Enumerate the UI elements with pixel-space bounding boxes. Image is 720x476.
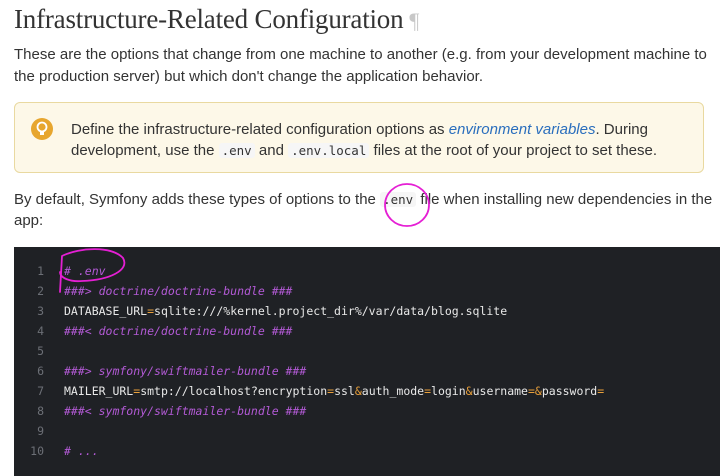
code-operator: =: [147, 304, 155, 318]
line-number: 9: [37, 424, 44, 438]
lightbulb-icon: [31, 118, 53, 140]
line-number: 4: [37, 324, 44, 338]
code-text: ###< doctrine/doctrine-bundle ###: [64, 321, 292, 341]
code-value: login: [431, 384, 466, 398]
page-title: Infrastructure-Related Configuration ¶: [14, 4, 419, 35]
code-key: DATABASE_URL: [64, 304, 148, 318]
code-value: ssl: [334, 384, 355, 398]
code-line: 7 MAILER_URL = smtp://localhost?encryption =…: [14, 381, 720, 401]
line-number: 2: [37, 284, 44, 298]
code-comment: ###> doctrine/doctrine-bundle ###: [64, 284, 293, 298]
code-comment: ###< symfony/swiftmailer-bundle ###: [64, 404, 307, 418]
inline-code-env-local: .env.local: [288, 143, 370, 158]
intro-paragraph: These are the options that change from o…: [14, 46, 707, 85]
line-number: 7: [37, 384, 44, 398]
anchor-link[interactable]: ¶: [409, 8, 419, 33]
code-comment: ###< doctrine/doctrine-bundle ###: [64, 324, 293, 338]
line-number: 1: [37, 264, 44, 278]
code-operator: &: [465, 384, 473, 398]
tip-text-before: Define the infrastructure-related config…: [71, 121, 449, 138]
code-text: ###> symfony/swiftmailer-bundle ###: [64, 361, 306, 381]
code-line: 4 ###< doctrine/doctrine-bundle ###: [14, 321, 720, 341]
tip-text-and: and: [254, 142, 289, 159]
code-line: 5: [14, 341, 720, 361]
code-value: username: [472, 384, 528, 398]
code-key: MAILER_URL: [64, 384, 134, 398]
code-text: MAILER_URL = smtp://localhost?encryption = s…: [64, 381, 604, 401]
page-title-text: Infrastructure-Related Configuration: [14, 4, 404, 34]
code-text: ###< symfony/swiftmailer-bundle ###: [64, 401, 306, 421]
code-comment: ###> symfony/swiftmailer-bundle ###: [64, 364, 307, 378]
code-line: 1 # .env: [14, 261, 720, 281]
line-number: 3: [37, 304, 44, 318]
code-value: smtp://localhost?encryption: [140, 384, 328, 398]
line-number: 6: [37, 364, 44, 378]
code-line: 10 # ...: [14, 441, 720, 461]
code-line: 9: [14, 421, 720, 441]
code-line: 8 ###< symfony/swiftmailer-bundle ###: [14, 401, 720, 421]
line-number: 8: [37, 404, 44, 418]
code-value: auth_mode: [361, 384, 425, 398]
tip-box: Define the infrastructure-related config…: [14, 102, 704, 173]
code-operator: =: [597, 384, 605, 398]
default-options-paragraph: By default, Symfony adds these types of …: [14, 189, 718, 231]
code-operator: &: [354, 384, 362, 398]
code-line: 6 ###> symfony/swiftmailer-bundle ###: [14, 361, 720, 381]
code-block: 1 # .env 2 ###> doctrine/doctrine-bundle ##…: [14, 247, 720, 476]
code-value: sqlite:///%kernel.project_dir%/var/data/…: [154, 304, 508, 318]
code-value: password: [541, 384, 598, 398]
code-line: 2 ###> doctrine/doctrine-bundle ###: [14, 281, 720, 301]
code-line: 3 DATABASE_URL=sqlite:///%kernel.project_…: [14, 301, 720, 321]
code-text: # .env: [64, 261, 106, 281]
code-operator: =: [424, 384, 432, 398]
environment-variables-link[interactable]: environment variables: [449, 121, 596, 138]
code-comment: # .env: [64, 264, 106, 278]
code-operator: =&: [527, 384, 542, 398]
code-text: # ...: [64, 441, 99, 461]
tip-text: Define the infrastructure-related config…: [71, 119, 691, 161]
line-number: 5: [37, 344, 44, 358]
code-comment: # ...: [64, 444, 99, 458]
paragraph-before: By default, Symfony adds these types of …: [14, 191, 381, 208]
inline-code-env: .env: [218, 143, 255, 158]
code-text: DATABASE_URL=sqlite:///%kernel.project_d…: [64, 301, 507, 321]
code-text: ###> doctrine/doctrine-bundle ###: [64, 281, 292, 301]
inline-code-env: .env: [380, 192, 417, 207]
line-number: 10: [30, 444, 44, 458]
tip-text-after: files at the root of your project to set…: [369, 142, 658, 159]
